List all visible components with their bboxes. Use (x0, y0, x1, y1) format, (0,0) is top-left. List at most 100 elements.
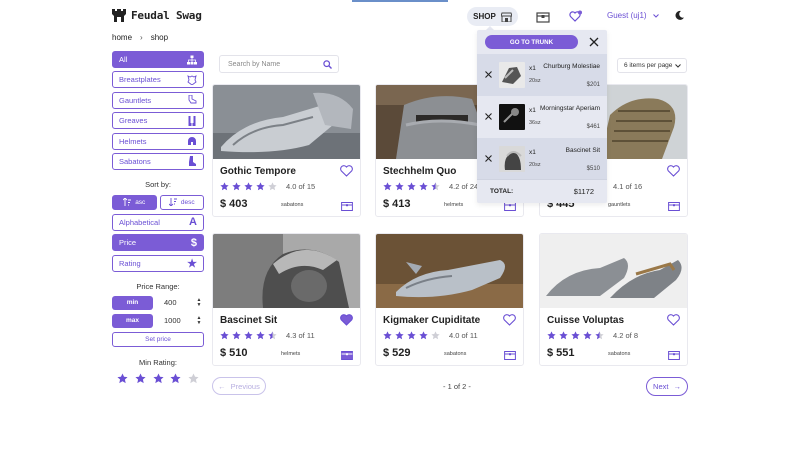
category-helmets[interactable]: Helmets (112, 132, 204, 150)
search-icon[interactable] (323, 59, 332, 69)
rating-star-icon (595, 331, 604, 340)
max-price-input[interactable]: 1000 (153, 316, 195, 325)
category-all[interactable]: All (112, 51, 204, 68)
rating-star-icon (547, 331, 556, 340)
remove-item-icon[interactable] (485, 155, 492, 162)
rating-star-icon[interactable] (117, 373, 128, 384)
user-menu[interactable]: Guest (uj1) (607, 11, 659, 20)
heart-icon[interactable] (667, 165, 680, 177)
trunk-dropdown: GO TO TRUNK x1 20sz Churburg Molestiae $… (477, 30, 607, 203)
treasure-chest-icon[interactable] (536, 10, 550, 23)
chevron-down-icon (652, 13, 659, 18)
search-input[interactable]: Search by Name (219, 55, 339, 73)
category-label: Gauntlets (119, 95, 152, 105)
trunk-item-name[interactable]: Bascinet Sit (540, 146, 600, 155)
sort-asc-button[interactable]: asc (112, 194, 157, 210)
product-rating: 4.2 of 8 (547, 331, 638, 340)
category-sabatons[interactable]: Sabatons (112, 152, 204, 170)
product-image[interactable] (213, 234, 360, 308)
next-label: Next (653, 382, 669, 391)
add-to-trunk-icon[interactable] (668, 201, 680, 211)
go-to-trunk-button[interactable]: GO TO TRUNK (485, 35, 578, 49)
product-image[interactable] (540, 234, 687, 308)
breadcrumb-home[interactable]: home (112, 33, 132, 42)
heart-icon[interactable] (667, 314, 680, 326)
breastplate-icon (187, 75, 197, 85)
category-label: Greaves (119, 116, 148, 126)
product-name[interactable]: Kigmaker Cupiditate (383, 315, 480, 326)
sort-title: Sort by: (145, 179, 171, 189)
heart-icon[interactable] (503, 314, 516, 326)
product-card[interactable]: Gothic Tempore 4.0 of 15 $ 403 sabatons (212, 84, 361, 217)
logo[interactable]: Feudal Swag (112, 9, 202, 22)
trunk-item-name[interactable]: Churburg Molestiae (540, 62, 600, 71)
sort-rating[interactable]: Rating ★ (112, 254, 204, 272)
rating-star-icon (244, 331, 253, 340)
product-price: $ 510 (220, 347, 248, 359)
heart-icon[interactable] (340, 165, 353, 177)
category-label: Helmets (119, 136, 147, 146)
rating-star-icon[interactable] (152, 373, 164, 384)
add-to-trunk-icon[interactable] (668, 350, 680, 360)
category-breastplates[interactable]: Breastplates (112, 71, 204, 89)
sort-direction: asc desc (112, 194, 204, 210)
next-button[interactable]: Next → (646, 377, 688, 396)
previous-button[interactable]: ← Previous (212, 377, 266, 395)
close-icon[interactable] (589, 37, 599, 47)
sort-desc-button[interactable]: desc (159, 194, 204, 210)
min-price-input[interactable]: 400 (153, 298, 195, 307)
product-card[interactable]: Cuisse Voluptas 4.2 of 8 $ 551 sabatons (539, 233, 688, 366)
rating-star-icon (268, 331, 277, 340)
favorites-heart-icon[interactable] (569, 10, 583, 23)
hierarchy-icon (187, 55, 197, 64)
min-price-stepper[interactable]: ▲ ▼ (195, 297, 203, 308)
breadcrumb-separator: › (140, 33, 143, 42)
product-card[interactable]: Bascinet Sit 4.3 of 11 $ 510 helmets (212, 233, 361, 366)
rating-count: 4.2 of 8 (613, 331, 639, 340)
items-per-page-select[interactable]: 6 items per page (617, 58, 687, 73)
product-price: $ 551 (547, 347, 575, 359)
heart-icon[interactable] (340, 314, 353, 326)
rating-star-icon[interactable] (188, 373, 199, 384)
rating-star-icon (220, 182, 229, 191)
add-to-trunk-icon[interactable] (341, 201, 353, 211)
sort-price[interactable]: Price $ (112, 234, 204, 252)
sort-alphabetical[interactable]: Alphabetical A (112, 213, 204, 231)
remove-item-icon[interactable] (485, 113, 492, 120)
rating-star-icon (419, 331, 428, 340)
product-price: $ 529 (383, 347, 411, 359)
moon-icon[interactable] (674, 10, 685, 21)
add-to-trunk-icon[interactable] (341, 350, 353, 360)
shop-button[interactable]: SHOP (467, 7, 518, 26)
trunk-item-thumbnail (499, 62, 525, 88)
sort-descending-icon (168, 198, 177, 207)
product-image[interactable] (376, 234, 523, 308)
product-image[interactable] (213, 85, 360, 159)
trunk-item-qty: x1 (529, 65, 536, 72)
rating-star-icon[interactable] (135, 373, 146, 384)
rating-star-icon (232, 331, 241, 340)
rating-star-icon (256, 331, 265, 340)
product-rating: 4.2 of 24 (383, 182, 478, 191)
rating-star-icon (244, 182, 253, 191)
trunk-item-name[interactable]: Morningstar Aperiam (540, 104, 600, 113)
min-rating-stars[interactable] (112, 373, 204, 384)
product-type: sabatons (608, 351, 631, 357)
product-card[interactable]: Kigmaker Cupiditate 4.0 of 11 $ 529 saba… (375, 233, 524, 366)
set-price-button[interactable]: Set price (112, 331, 204, 347)
product-name[interactable]: Gothic Tempore (220, 166, 296, 177)
sort-option-label: Price (119, 238, 137, 248)
category-gauntlets[interactable]: Gauntlets (112, 91, 204, 109)
product-name[interactable]: Stechhelm Quo (383, 166, 456, 177)
remove-item-icon[interactable] (485, 71, 492, 78)
product-name[interactable]: Bascinet Sit (220, 315, 277, 326)
max-price-stepper[interactable]: ▲ ▼ (195, 315, 203, 326)
add-to-trunk-icon[interactable] (504, 350, 516, 360)
category-greaves[interactable]: Greaves (112, 112, 204, 130)
alphabet-icon: A (189, 216, 197, 229)
product-name[interactable]: Cuisse Voluptas (547, 315, 624, 326)
rating-star-icon[interactable] (170, 373, 181, 384)
rating-count: 4.0 of 15 (286, 182, 316, 191)
chevron-down-icon (675, 63, 681, 68)
trunk-item-weight: 20sz (529, 78, 541, 84)
